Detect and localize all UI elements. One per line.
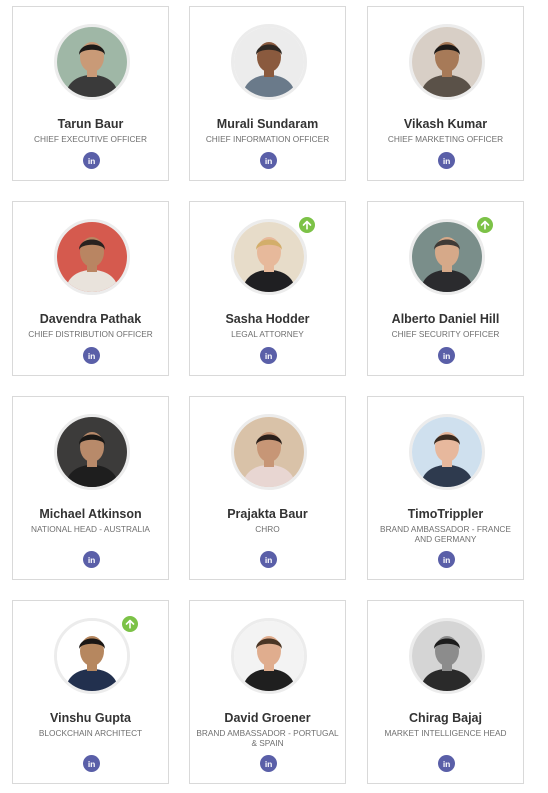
member-title: MARKET INTELLIGENCE HEAD	[384, 728, 507, 738]
member-title: CHIEF INFORMATION OFFICER	[205, 134, 330, 144]
avatar	[54, 414, 130, 490]
avatar-wrapper	[231, 217, 315, 295]
member-title: CHRO	[255, 524, 280, 534]
avatar-wrapper	[409, 414, 485, 490]
avatar-wrapper	[54, 616, 138, 694]
member-name: Davendra Pathak	[39, 312, 142, 326]
arrow-up-icon	[477, 217, 493, 233]
linkedin-icon[interactable]: in	[438, 755, 455, 772]
avatar-wrapper	[231, 414, 307, 490]
team-member-card: Murali Sundaram CHIEF INFORMATION OFFICER…	[189, 6, 346, 181]
team-member-card: Davendra Pathak CHIEF DISTRIBUTION OFFICE…	[12, 201, 169, 376]
avatar	[54, 618, 130, 694]
avatar-wrapper	[231, 618, 307, 694]
member-title: BRAND AMBASSADOR - PORTUGAL & SPAIN	[196, 728, 339, 748]
team-member-card: TimoTrippler BRAND AMBASSADOR - FRANCE AN…	[367, 396, 524, 580]
linkedin-icon[interactable]: in	[260, 755, 277, 772]
avatar	[54, 219, 130, 295]
member-name: Murali Sundaram	[216, 117, 319, 131]
avatar	[231, 219, 307, 295]
member-title: CHIEF MARKETING OFFICER	[387, 134, 504, 144]
linkedin-icon[interactable]: in	[438, 551, 455, 568]
arrow-up-icon	[299, 217, 315, 233]
linkedin-icon[interactable]: in	[260, 347, 277, 364]
member-title: BLOCKCHAIN ARCHITECT	[38, 728, 143, 738]
member-name: Vinshu Gupta	[49, 711, 132, 725]
team-member-card: Vinshu Gupta BLOCKCHAIN ARCHITECT in	[12, 600, 169, 784]
team-member-card: Chirag Bajaj MARKET INTELLIGENCE HEAD in	[367, 600, 524, 784]
avatar	[409, 414, 485, 490]
member-name: TimoTrippler	[407, 507, 484, 521]
linkedin-icon[interactable]: in	[260, 551, 277, 568]
avatar-wrapper	[231, 24, 307, 100]
arrow-up-icon	[122, 616, 138, 632]
team-member-card: Prajakta Baur CHRO in	[189, 396, 346, 580]
linkedin-icon[interactable]: in	[260, 152, 277, 169]
member-title: CHIEF DISTRIBUTION OFFICER	[28, 329, 153, 339]
avatar	[409, 219, 485, 295]
avatar-wrapper	[409, 618, 485, 694]
team-member-card: David Groener BRAND AMBASSADOR - PORTUGAL…	[189, 600, 346, 784]
member-title: LEGAL ATTORNEY	[231, 329, 304, 339]
avatar	[231, 414, 307, 490]
member-name: Michael Atkinson	[39, 507, 142, 521]
member-title: CHIEF EXECUTIVE OFFICER	[34, 134, 147, 144]
team-member-card: Vikash Kumar CHIEF MARKETING OFFICER in	[367, 6, 524, 181]
avatar	[409, 618, 485, 694]
member-name: Tarun Baur	[57, 117, 124, 131]
linkedin-icon[interactable]: in	[83, 152, 100, 169]
team-member-card: Alberto Daniel Hill CHIEF SECURITY OFFICE…	[367, 201, 524, 376]
avatar	[231, 618, 307, 694]
member-name: Vikash Kumar	[403, 117, 488, 131]
team-member-card: Michael Atkinson NATIONAL HEAD - AUSTRALI…	[12, 396, 169, 580]
member-title: CHIEF SECURITY OFFICER	[391, 329, 500, 339]
avatar	[409, 24, 485, 100]
avatar-wrapper	[54, 414, 130, 490]
member-name: Sasha Hodder	[225, 312, 310, 326]
avatar-wrapper	[409, 24, 485, 100]
member-name: Prajakta Baur	[227, 507, 308, 521]
linkedin-icon[interactable]: in	[438, 152, 455, 169]
linkedin-icon[interactable]: in	[83, 347, 100, 364]
member-name: Chirag Bajaj	[409, 711, 482, 725]
linkedin-icon[interactable]: in	[83, 551, 100, 568]
member-name: Alberto Daniel Hill	[391, 312, 500, 326]
member-name: David Groener	[224, 711, 311, 725]
team-member-card: Tarun Baur CHIEF EXECUTIVE OFFICER in	[12, 6, 169, 181]
linkedin-icon[interactable]: in	[83, 755, 100, 772]
avatar-wrapper	[54, 24, 130, 100]
avatar	[231, 24, 307, 100]
member-title: NATIONAL HEAD - AUSTRALIA	[31, 524, 150, 534]
member-title: BRAND AMBASSADOR - FRANCE AND GERMANY	[380, 524, 511, 544]
avatar-wrapper	[54, 219, 130, 295]
linkedin-icon[interactable]: in	[438, 347, 455, 364]
team-member-card: Sasha Hodder LEGAL ATTORNEY in	[189, 201, 346, 376]
avatar	[54, 24, 130, 100]
avatar-wrapper	[409, 217, 493, 295]
